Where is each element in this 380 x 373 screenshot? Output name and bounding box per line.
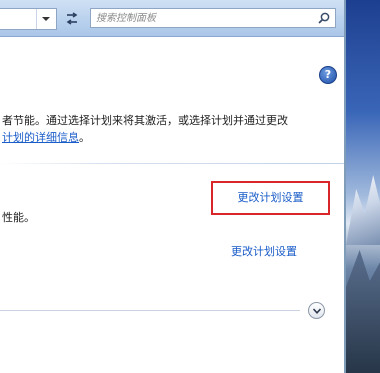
wallpaper-rocks xyxy=(346,250,380,373)
address-dropdown-button[interactable] xyxy=(36,9,55,29)
search-box[interactable] xyxy=(90,8,336,28)
plan-details-link[interactable]: 计划的详细信息 xyxy=(2,131,79,144)
plan1-change-settings-link[interactable]: 更改计划设置 xyxy=(211,181,330,215)
expand-chevron-icon xyxy=(312,307,321,314)
help-icon[interactable]: ? xyxy=(319,66,337,84)
intro-text-line2-tail: 。 xyxy=(79,131,90,144)
control-panel-window: ? 者节能。通过选择计划来将其激活，或选择计划并通过更改 计划的详细信息。 更改… xyxy=(0,0,346,373)
intro-text-line2: 计划的详细信息。 xyxy=(2,129,90,145)
power-options-content: ? 者节能。通过选择计划来将其激活，或选择计划并通过更改 计划的详细信息。 更改… xyxy=(0,37,344,373)
chevron-down-icon xyxy=(42,17,50,21)
show-additional-plans-button[interactable] xyxy=(308,302,325,319)
navigation-bar xyxy=(0,0,344,37)
additional-plans-divider xyxy=(0,310,300,311)
search-icon[interactable] xyxy=(318,12,330,24)
address-bar[interactable] xyxy=(0,8,57,30)
section-divider xyxy=(0,163,344,164)
intro-text-line1: 者节能。通过选择计划来将其激活，或选择计划并通过更改 xyxy=(2,114,288,127)
search-input[interactable] xyxy=(91,9,311,27)
wallpaper-mountain xyxy=(346,175,380,245)
plan1-description: 性能。 xyxy=(2,211,35,224)
desktop-wallpaper xyxy=(346,0,380,373)
refresh-button[interactable] xyxy=(60,9,84,29)
refresh-icon xyxy=(66,12,78,25)
plan2-change-settings-link[interactable]: 更改计划设置 xyxy=(231,243,297,259)
